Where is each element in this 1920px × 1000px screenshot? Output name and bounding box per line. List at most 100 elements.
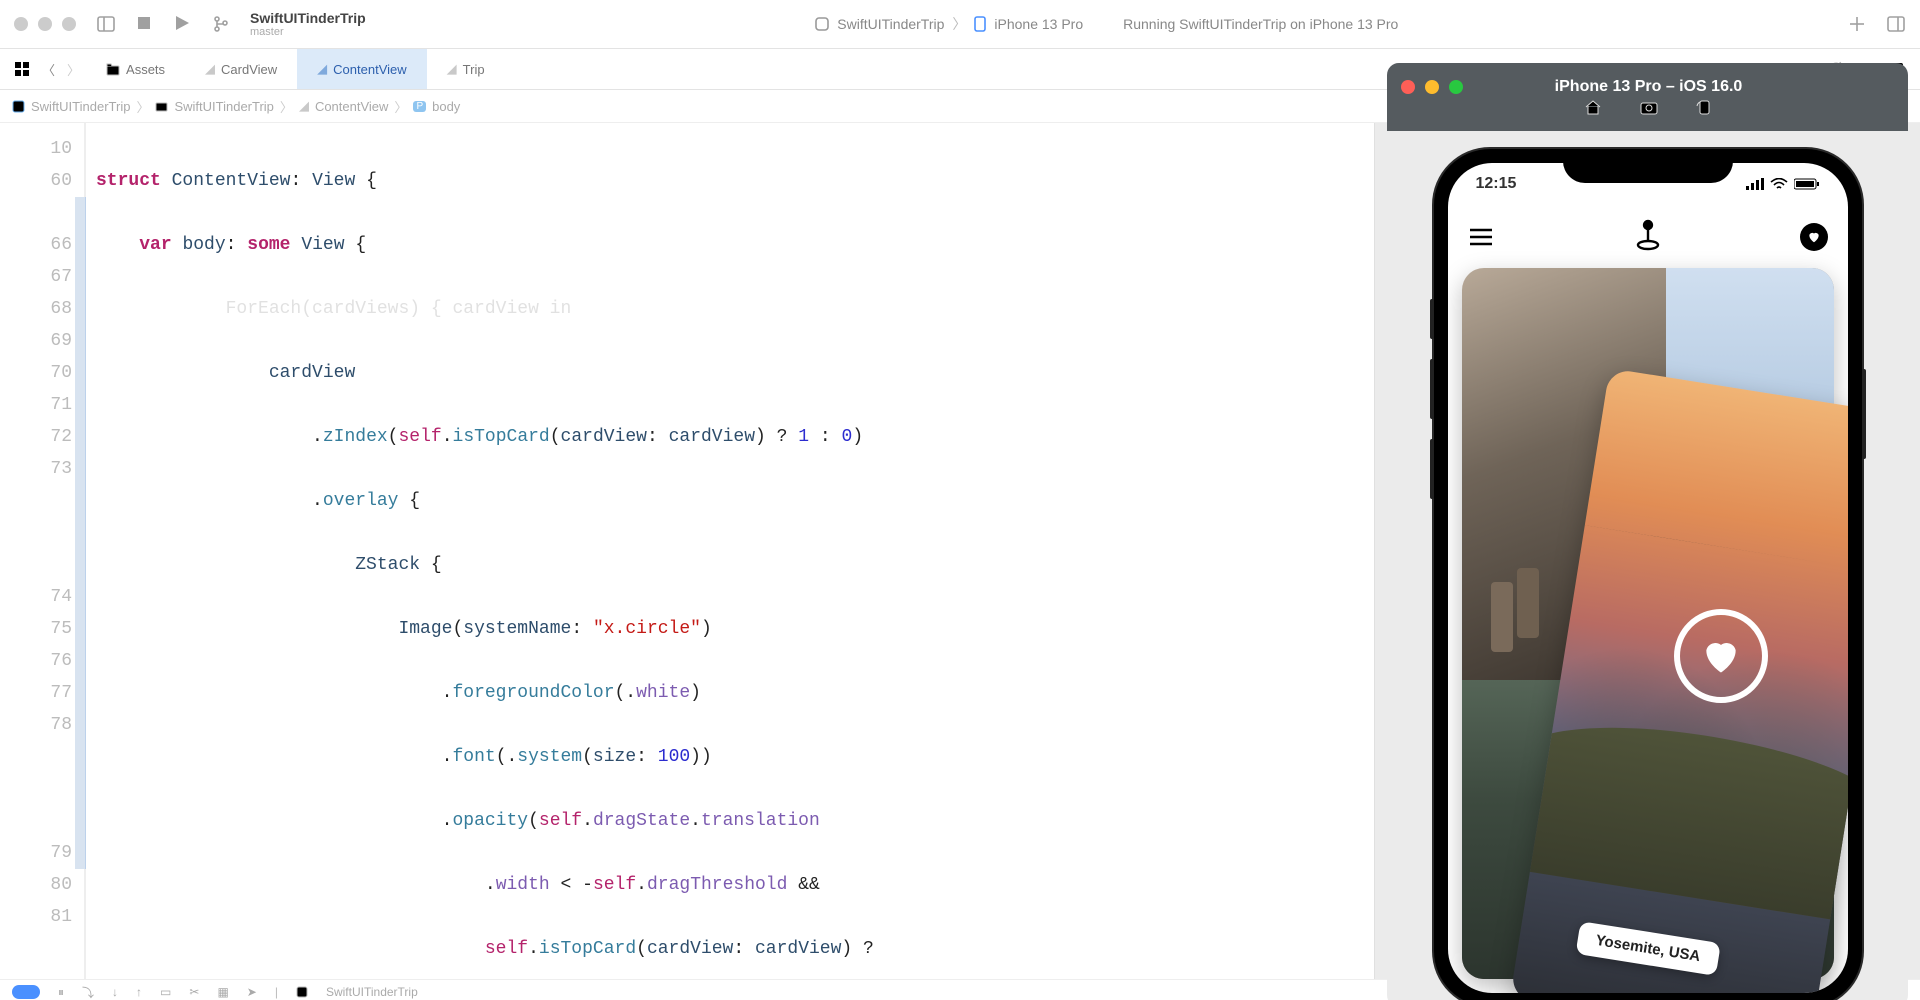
mute-switch[interactable] bbox=[1430, 299, 1434, 339]
step-in-icon[interactable]: ↓ bbox=[112, 985, 118, 999]
chevron-right-icon: 〉 bbox=[136, 97, 149, 116]
simulator-window: iPhone 13 Pro – iOS 16.0 bbox=[1387, 63, 1908, 1000]
zoom-window[interactable] bbox=[1449, 80, 1463, 94]
card-stack[interactable]: Yosemite, USA bbox=[1462, 268, 1834, 979]
simulator-titlebar: iPhone 13 Pro – iOS 16.0 bbox=[1387, 63, 1908, 131]
related-items-icon[interactable] bbox=[14, 61, 30, 77]
line-number: 75 bbox=[0, 613, 72, 645]
scheme-name: SwiftUITinderTrip bbox=[837, 16, 944, 32]
minimize-window[interactable] bbox=[1425, 80, 1439, 94]
iphone-screen[interactable]: 12:15 bbox=[1448, 163, 1848, 993]
tab-trip[interactable]: ◢ Trip bbox=[427, 49, 505, 89]
line-number: 79 bbox=[0, 837, 72, 869]
close-window[interactable] bbox=[14, 17, 28, 31]
screenshot-icon[interactable] bbox=[1639, 98, 1659, 116]
branch-icon[interactable] bbox=[212, 15, 230, 33]
signal-icon bbox=[1746, 178, 1764, 190]
nav-forward-icon[interactable]: 〉 bbox=[61, 60, 86, 79]
side-button[interactable] bbox=[1862, 369, 1866, 459]
tab-label: Trip bbox=[463, 62, 485, 77]
line-number: 73 bbox=[0, 453, 72, 485]
crumb[interactable]: ContentView bbox=[315, 99, 388, 114]
close-window[interactable] bbox=[1401, 80, 1415, 94]
library-icon[interactable] bbox=[1886, 14, 1906, 34]
wifi-icon bbox=[1770, 178, 1788, 190]
debug-target: SwiftUITinderTrip bbox=[326, 985, 418, 999]
line-number: 67 bbox=[0, 261, 72, 293]
line-number: 80 bbox=[0, 869, 72, 901]
tab-label: Assets bbox=[126, 62, 165, 77]
line-number: 81 bbox=[0, 901, 72, 933]
debug-view-icon[interactable]: ▭ bbox=[160, 985, 171, 999]
line-number bbox=[0, 933, 72, 965]
zoom-window[interactable] bbox=[62, 17, 76, 31]
simulator-title: iPhone 13 Pro – iOS 16.0 bbox=[1475, 78, 1822, 96]
line-number: 10 bbox=[0, 133, 72, 165]
clock: 12:15 bbox=[1476, 175, 1517, 193]
volume-down[interactable] bbox=[1430, 439, 1434, 499]
property-icon: P bbox=[413, 101, 426, 112]
memory-graph-icon[interactable]: ▦ bbox=[217, 985, 228, 999]
step-over-icon[interactable]: ⤵ bbox=[82, 984, 94, 1000]
folder-icon bbox=[106, 62, 120, 76]
project-icon bbox=[12, 100, 25, 113]
sidebar-toggle-icon[interactable] bbox=[96, 14, 116, 34]
rotate-icon[interactable] bbox=[1695, 98, 1713, 116]
heart-overlay-icon bbox=[1674, 609, 1768, 703]
line-number bbox=[0, 549, 72, 581]
step-out-icon[interactable]: ↑ bbox=[136, 985, 142, 999]
line-number: 78 bbox=[0, 709, 72, 741]
app-header bbox=[1448, 209, 1848, 265]
crumb[interactable]: body bbox=[432, 99, 460, 114]
line-number: 69 bbox=[0, 325, 72, 357]
code-editor[interactable]: struct ContentView: View { var body: som… bbox=[86, 123, 1374, 979]
line-number bbox=[0, 197, 72, 229]
xcode-toolbar: SwiftUITinderTrip master SwiftUITinderTr… bbox=[0, 0, 1920, 49]
line-number: 76 bbox=[0, 645, 72, 677]
tab-assets[interactable]: Assets bbox=[86, 49, 185, 89]
cut-icon[interactable]: ✂ bbox=[189, 985, 199, 999]
nav-back-icon[interactable]: 〈 bbox=[36, 60, 61, 79]
add-icon[interactable] bbox=[1848, 15, 1866, 33]
line-gutter[interactable]: 10 60 66 67 68 69 70 71 72 73 74 75 76 7… bbox=[0, 123, 86, 979]
stop-icon[interactable] bbox=[136, 15, 152, 31]
line-number bbox=[0, 485, 72, 517]
tab-contentview[interactable]: ◢ ContentView bbox=[297, 49, 426, 89]
tab-label: CardView bbox=[221, 62, 277, 77]
menu-icon[interactable] bbox=[1468, 227, 1494, 247]
branch-name: master bbox=[250, 26, 284, 38]
crumb[interactable]: SwiftUITinderTrip bbox=[174, 99, 273, 114]
home-icon[interactable] bbox=[1583, 98, 1603, 116]
device-name: iPhone 13 Pro bbox=[994, 16, 1083, 32]
favorites-button[interactable] bbox=[1800, 223, 1828, 251]
line-number bbox=[0, 773, 72, 805]
crumb[interactable]: SwiftUITinderTrip bbox=[31, 99, 130, 114]
scheme-chevron-icon: 〉 bbox=[952, 14, 966, 34]
line-number: 68 bbox=[0, 293, 72, 325]
swift-icon: ◢ bbox=[299, 98, 309, 114]
map-pin-icon[interactable] bbox=[1634, 219, 1662, 256]
line-number bbox=[0, 517, 72, 549]
volume-up[interactable] bbox=[1430, 359, 1434, 419]
run-icon[interactable] bbox=[174, 15, 190, 31]
project-name: SwiftUITinderTrip bbox=[250, 10, 366, 26]
line-number bbox=[0, 741, 72, 773]
swift-icon: ◢ bbox=[317, 61, 327, 77]
location-icon[interactable]: ➤ bbox=[247, 985, 257, 999]
simulator-window-controls bbox=[1401, 80, 1463, 94]
battery-icon bbox=[1794, 178, 1820, 190]
line-number: 71 bbox=[0, 389, 72, 421]
line-number: 74 bbox=[0, 581, 72, 613]
line-number: 77 bbox=[0, 677, 72, 709]
minimize-window[interactable] bbox=[38, 17, 52, 31]
line-number bbox=[0, 965, 72, 997]
chevron-right-icon: 〉 bbox=[280, 97, 293, 116]
scheme-selector[interactable]: SwiftUITinderTrip 〉 iPhone 13 Pro bbox=[815, 14, 1083, 34]
window-controls bbox=[14, 17, 76, 31]
simulator-panel: iPhone 13 Pro – iOS 16.0 bbox=[1374, 123, 1920, 979]
tab-cardview[interactable]: ◢ CardView bbox=[185, 49, 297, 89]
line-number: 66 bbox=[0, 229, 72, 261]
swift-icon: ◢ bbox=[205, 61, 215, 77]
folded-line: ForEach(cardViews) { cardView in bbox=[96, 293, 1374, 325]
iphone-frame: 12:15 bbox=[1434, 149, 1862, 1000]
